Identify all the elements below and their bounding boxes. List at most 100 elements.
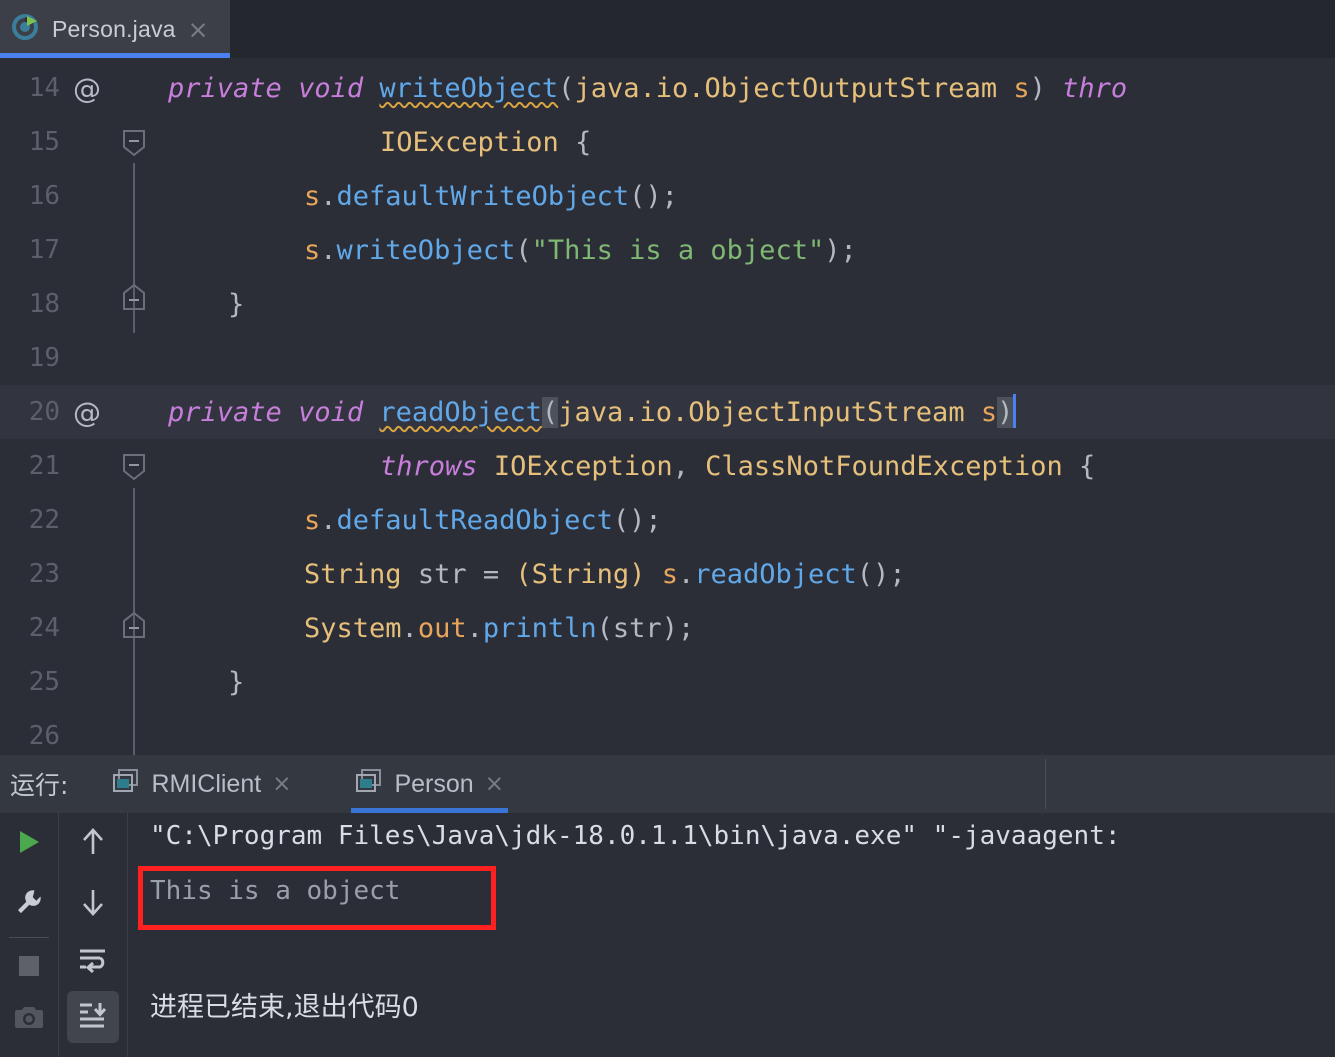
token-semicolon: ; <box>840 234 857 266</box>
token-semicolon: ; <box>889 558 906 590</box>
console-exit-message: 进程已结束,退出代码0 <box>150 992 419 1023</box>
token-dot: . <box>320 180 337 212</box>
token-parens: () <box>856 558 890 590</box>
run-tab-label: RMIClient <box>151 769 262 798</box>
token-paren-open: ( <box>515 234 532 266</box>
token-field-out: out <box>417 612 467 644</box>
token-type-IOException: IOException <box>493 450 673 482</box>
token-keyword-private: private <box>168 72 282 104</box>
token-keyword-throws: throws <box>380 450 478 482</box>
token-method-readObject: readObject <box>379 396 542 428</box>
run-tool-window-header: 运行: RMIClient × Person × <box>0 755 1335 813</box>
close-icon[interactable]: × <box>272 772 291 796</box>
token-paren-close-highlighted: ) <box>997 396 1014 428</box>
line-number: 17 <box>28 235 60 265</box>
token-var-s: s <box>661 558 678 590</box>
token-var-s: s <box>304 504 321 536</box>
run-tab-person[interactable]: Person × <box>341 755 518 813</box>
code-line-24[interactable]: System. out. println(str); <box>168 601 694 655</box>
token-string-literal: "This is a object" <box>531 234 825 266</box>
code-line-18[interactable]: } <box>168 277 244 331</box>
token-type-IOException: IOException <box>380 126 559 158</box>
header-divider <box>1045 759 1046 809</box>
line-number: 26 <box>28 721 60 751</box>
code-line-25[interactable]: } <box>168 655 244 709</box>
token-var-str: str <box>612 612 662 644</box>
close-icon[interactable]: × <box>485 772 504 796</box>
code-line-14[interactable]: private void writeObject(java.io.ObjectO… <box>168 61 1127 115</box>
token-paren-close: ) <box>1029 72 1046 104</box>
stop-square-icon <box>17 954 41 983</box>
editor-line: 26 <box>0 709 1335 755</box>
line-number: 15 <box>28 127 60 157</box>
token-type-ClassNotFoundException: ClassNotFoundException <box>705 450 1063 482</box>
token-method-defaultWriteObject: defaultWriteObject <box>336 180 630 212</box>
close-icon[interactable]: × <box>188 17 209 42</box>
arrow-up-icon <box>79 827 107 862</box>
editor-tab-person-java[interactable]: Person.java × <box>0 0 230 58</box>
code-line-15[interactable]: IOException { <box>168 115 591 169</box>
code-editor[interactable]: 14 @ private void writeObject(java.io.Ob… <box>0 58 1335 755</box>
settings-button[interactable] <box>0 875 58 933</box>
scroll-to-end-icon <box>78 1001 108 1034</box>
token-keyword-void: void <box>298 72 364 104</box>
rerun-button[interactable] <box>0 813 58 875</box>
line-number: 14 <box>28 73 60 103</box>
code-line-21[interactable]: throws IOException, ClassNotFoundExcepti… <box>168 439 1095 493</box>
prev-occurrence-button[interactable] <box>59 813 127 875</box>
console-window-icon <box>355 768 383 800</box>
code-line-16[interactable]: s. defaultWriteObject(); <box>168 169 678 223</box>
code-line-20[interactable]: private void readObject(java.io.ObjectIn… <box>168 385 1017 439</box>
play-icon <box>15 828 43 861</box>
token-paren-open: ( <box>596 612 613 644</box>
token-var-s: s <box>304 180 321 212</box>
scroll-to-end-button[interactable] <box>67 991 119 1043</box>
soft-wrap-icon <box>78 947 108 978</box>
console-program-output: This is a object <box>150 876 401 906</box>
stop-button[interactable] <box>0 942 58 994</box>
code-line-22[interactable]: s. defaultReadObject(); <box>168 493 662 547</box>
console-command-line: "C:\Program Files\Java\jdk-18.0.1.1\bin\… <box>150 821 1121 851</box>
annotation-marker-icon[interactable]: @ <box>60 396 114 429</box>
token-keyword-throws-truncated: thro <box>1062 72 1128 104</box>
token-brace-close: } <box>228 666 245 698</box>
line-number: 18 <box>28 289 60 319</box>
text-caret <box>1013 394 1017 428</box>
editor-tab-label: Person.java <box>52 15 176 42</box>
code-line-23[interactable]: String str = (String) s. readObject(); <box>168 547 906 601</box>
console-actions-toolbar <box>59 813 127 1057</box>
token-keyword-private: private <box>168 396 282 428</box>
token-param-s: s <box>980 396 998 428</box>
token-parens: () <box>612 504 646 536</box>
console-output[interactable]: "C:\Program Files\Java\jdk-18.0.1.1\bin\… <box>128 813 1335 1057</box>
token-brace-open: { <box>1079 450 1096 482</box>
line-number: 23 <box>28 559 60 589</box>
annotation-marker-icon[interactable]: @ <box>60 72 114 105</box>
token-type-String: String <box>304 558 402 590</box>
toolbar-separator <box>9 937 49 938</box>
token-method-defaultReadObject: defaultReadObject <box>336 504 613 536</box>
token-paren-open-highlighted: ( <box>541 396 559 428</box>
soft-wrap-button[interactable] <box>59 933 127 991</box>
line-number: 21 <box>28 451 60 481</box>
token-paren-close: ) <box>824 234 841 266</box>
line-number: 25 <box>28 667 60 697</box>
line-number: 19 <box>28 343 60 373</box>
next-occurrence-button[interactable] <box>59 875 127 933</box>
screenshot-button[interactable] <box>0 994 58 1044</box>
run-tab-rmiclient[interactable]: RMIClient × <box>98 755 305 813</box>
token-cast-String: (String) <box>515 558 646 590</box>
token-semicolon: ; <box>677 612 695 644</box>
token-type-ois: java.io.ObjectInputStream <box>558 396 965 428</box>
token-brace-close: } <box>228 288 245 320</box>
token-type-oos: java.io.ObjectOutputStream <box>574 72 998 104</box>
code-line-17[interactable]: s. writeObject("This is a object"); <box>168 223 857 277</box>
